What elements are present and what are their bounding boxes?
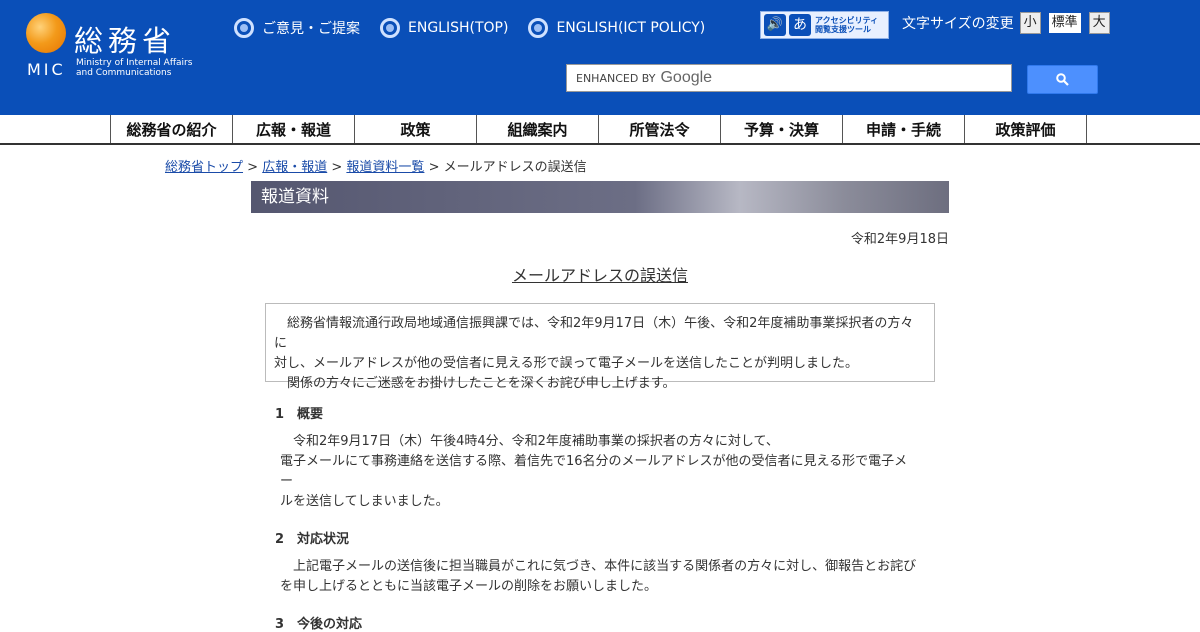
breadcrumb-separator: >: [428, 160, 440, 175]
page-title: メールアドレスの誤送信: [511, 266, 688, 285]
section-heading-response: 2 対応状況: [275, 532, 350, 547]
nav-item-budget[interactable]: 予算・決算: [720, 115, 842, 143]
nav-item-organization[interactable]: 組織案内: [476, 115, 598, 143]
top-links: ご意見・ご提案 ENGLISH(TOP) ENGLISH(ICT POLICY): [234, 18, 705, 38]
font-size-small-button[interactable]: 小: [1019, 12, 1041, 34]
breadcrumb-separator: >: [331, 160, 343, 175]
logo-emblem-icon: [26, 13, 66, 53]
font-size-label: 文字サイズの変更: [902, 16, 1014, 32]
notice-line: 総務省情報流通行政局地域通信振興課では、令和2年9月17日（木）午後、令和2年度…: [274, 316, 914, 351]
logo-abbr: MIC: [27, 60, 66, 79]
breadcrumb-list-link[interactable]: 報道資料一覧: [346, 160, 424, 175]
english-top-link[interactable]: ENGLISH(TOP): [380, 18, 508, 38]
nav-item-evaluation[interactable]: 政策評価: [964, 115, 1087, 143]
body-line: 上記電子メールの送信後に担当職員がこれに気づき、本件に該当する関係者の方々に対し…: [280, 559, 917, 574]
accessibility-label-line2: 閲覧支援ツール: [815, 25, 871, 34]
body-line: を申し上げるとともに当該電子メールの削除をお願いしました。: [280, 579, 658, 594]
notice-line: 関係の方々にご迷惑をお掛けしたことを深くお詫び申し上げます。: [274, 376, 676, 391]
body-line: 令和2年9月17日（木）午後4時4分、令和2年度補助事業の採択者の方々に対して、: [280, 434, 779, 449]
nav-item-about[interactable]: 総務省の紹介: [110, 115, 232, 143]
breadcrumb-pr-link[interactable]: 広報・報道: [262, 160, 327, 175]
font-size-large-button[interactable]: 大: [1088, 12, 1110, 34]
nav-item-laws[interactable]: 所管法令: [598, 115, 720, 143]
bullet-circle-icon: [380, 18, 400, 38]
search-icon: [1056, 73, 1069, 86]
body-line: ルを送信してしまいました。: [280, 494, 449, 509]
nav-item-pr[interactable]: 広報・報道: [232, 115, 354, 143]
mic-logo[interactable]: 総務省 MIC Ministry of Internal Affairs and…: [26, 12, 216, 82]
speaker-icon: 🔊: [764, 14, 786, 36]
logo-kanji: 総務省: [74, 24, 177, 58]
body-line: 電子メールにて事務連絡を送信する際、着信先で16名分のメールアドレスが他の受信者…: [280, 454, 908, 489]
section-heading-overview: 1 概要: [275, 407, 324, 422]
google-logo: Google: [660, 69, 713, 86]
opinion-link-label: ご意見・ご提案: [262, 21, 360, 37]
notice-box: 総務省情報流通行政局地域通信振興課では、令和2年9月17日（木）午後、令和2年度…: [265, 303, 935, 391]
site-header: 総務省 MIC Ministry of Internal Affairs and…: [0, 0, 1200, 115]
search-button[interactable]: [1027, 65, 1098, 94]
accessibility-label: アクセシビリティ 閲覧支援ツール: [815, 16, 878, 34]
english-ict-link-label: ENGLISH(ICT POLICY): [556, 20, 706, 36]
opinion-link[interactable]: ご意見・ご提案: [234, 18, 360, 38]
global-nav: 総務省の紹介 広報・報道 政策 組織案内 所管法令 予算・決算 申請・手続 政策…: [0, 115, 1200, 145]
logo-english-line1: Ministry of Internal Affairs: [76, 58, 193, 68]
breadcrumb-top-link[interactable]: 総務省トップ: [165, 160, 243, 175]
nav-item-policy[interactable]: 政策: [354, 115, 476, 143]
font-size-switcher: 文字サイズの変更 小 標準 大: [902, 11, 1110, 35]
breadcrumb-current: メールアドレスの誤送信: [443, 160, 587, 175]
section-banner: 報道資料: [251, 181, 949, 213]
nav-item-applications[interactable]: 申請・手続: [842, 115, 964, 143]
notice-line: 対し、メールアドレスが他の受信者に見える形で誤って電子メールを送信したことが判明…: [274, 356, 858, 371]
accessibility-label-line1: アクセシビリティ: [815, 16, 879, 25]
section-body-overview: 令和2年9月17日（木）午後4時4分、令和2年度補助事業の採択者の方々に対して、…: [280, 432, 920, 512]
bullet-circle-icon: [234, 18, 254, 38]
english-ict-link[interactable]: ENGLISH(ICT POLICY): [528, 18, 705, 38]
hiragana-a-icon: あ: [789, 14, 811, 36]
logo-english-line2: and Communications: [76, 68, 172, 78]
breadcrumb-separator: >: [247, 160, 259, 175]
font-size-standard-button[interactable]: 標準: [1046, 11, 1083, 35]
logo-english: Ministry of Internal Affairs and Communi…: [76, 58, 192, 78]
accessibility-tool-button[interactable]: 🔊 あ アクセシビリティ 閲覧支援ツール: [760, 11, 889, 39]
breadcrumb: 総務省トップ > 広報・報道 > 報道資料一覧 > メールアドレスの誤送信: [165, 156, 587, 175]
english-top-link-label: ENGLISH(TOP): [408, 20, 509, 36]
bullet-circle-icon: [528, 18, 549, 38]
search-input[interactable]: ENHANCED BY Google: [566, 64, 1012, 92]
section-heading-future: 3 今後の対応: [275, 617, 363, 632]
search-enhanced-label: ENHANCED BY: [576, 71, 656, 85]
release-date: 令和2年9月18日: [850, 232, 949, 247]
section-body-response: 上記電子メールの送信後に担当職員がこれに気づき、本件に該当する関係者の方々に対し…: [280, 557, 920, 597]
